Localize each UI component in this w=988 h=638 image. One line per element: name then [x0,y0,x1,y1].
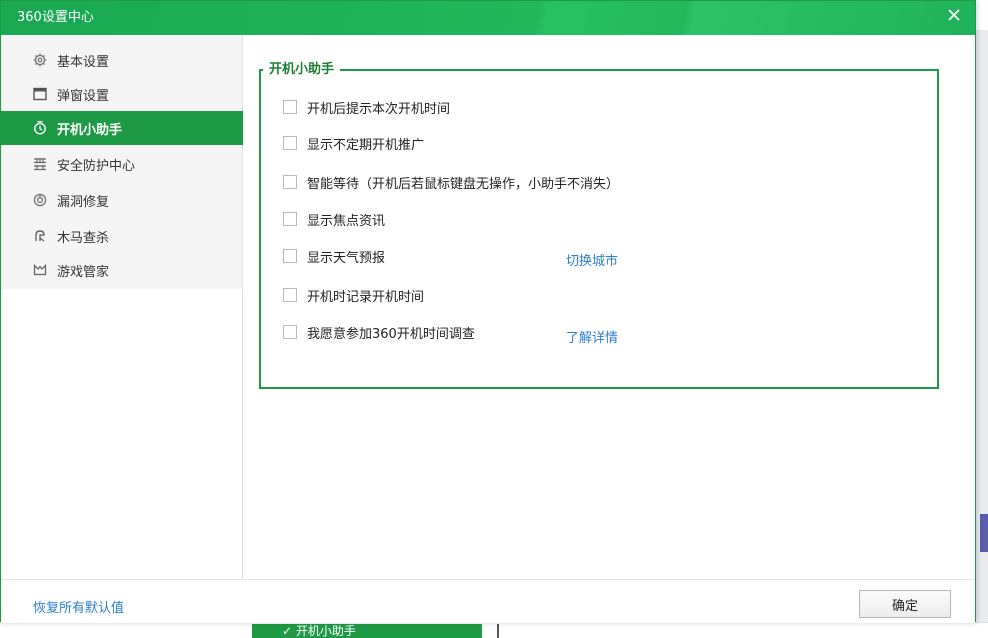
game-icon [33,263,47,277]
background-app-divider [497,624,499,638]
option-join-survey[interactable]: 我愿意参加360开机时间调查 [283,322,475,342]
sidebar-item-label: 基本设置 [57,54,110,70]
option-label: 显示不定期开机推广 [307,137,425,153]
sidebar-item-trojan-scan[interactable]: 木马查杀 [1,219,243,253]
close-button[interactable] [945,7,963,25]
option-show-promotions[interactable]: 显示不定期开机推广 [283,133,424,153]
option-label: 我愿意参加360开机时间调查 [307,326,475,342]
settings-panel: 开机小助手 开机后提示本次开机时间 显示不定期开机推广 智能等待（开机后若鼠标键… [243,35,975,579]
checkbox[interactable] [283,100,297,114]
option-show-news[interactable]: 显示焦点资讯 [283,209,385,229]
learn-more-link[interactable]: 了解详情 [566,327,618,346]
checkbox[interactable] [283,325,297,339]
option-label: 显示天气预报 [307,250,386,266]
sidebar-item-vulnerability-fix[interactable]: 漏洞修复 [1,183,243,217]
option-label: 智能等待（开机后若鼠标键盘无操作，小助手不消失） [307,176,620,192]
dialog-footer: 恢复所有默认值 确定 [1,579,975,623]
repair-icon [33,193,47,207]
screen: ✓ 开机小助手 360设置中心 基本设置 弹窗设置 开机小助手 安全防护中心 漏… [0,0,988,638]
gear-icon [33,53,47,67]
sidebar-item-popup-settings[interactable]: 弹窗设置 [1,77,243,111]
background-app-tab: ✓ 开机小助手 [252,624,482,638]
option-label: 开机后提示本次开机时间 [307,101,451,117]
trojan-icon [33,229,47,243]
option-show-weather[interactable]: 显示天气预报 [283,246,385,266]
sidebar-item-game-manager[interactable]: 游戏管家 [1,253,243,287]
sidebar-item-label: 开机小助手 [57,122,123,138]
shield-grid-icon [33,157,47,171]
option-show-boot-time[interactable]: 开机后提示本次开机时间 [283,97,450,117]
checkbox[interactable] [283,175,297,189]
window-icon [33,87,47,101]
sidebar-empty-area [1,289,242,579]
checkbox[interactable] [283,212,297,226]
restore-defaults-link[interactable]: 恢复所有默认值 [33,597,124,616]
background-app-accent [980,514,988,552]
sidebar-item-label: 弹窗设置 [57,88,110,104]
sidebar: 基本设置 弹窗设置 开机小助手 安全防护中心 漏洞修复 木马查杀 游戏管家 [1,35,243,579]
sidebar-item-label: 木马查杀 [57,230,110,246]
title-bar[interactable]: 360设置中心 [1,1,975,35]
switch-city-link[interactable]: 切换城市 [566,250,618,269]
option-label: 开机时记录开机时间 [307,289,425,305]
checkbox[interactable] [283,136,297,150]
settings-dialog: 360设置中心 基本设置 弹窗设置 开机小助手 安全防护中心 漏洞修复 木马查杀… [0,0,976,623]
option-smart-wait[interactable]: 智能等待（开机后若鼠标键盘无操作，小助手不消失） [283,172,619,192]
sidebar-item-label: 游戏管家 [57,264,110,280]
option-label: 显示焦点资讯 [307,213,386,229]
option-record-boot-time[interactable]: 开机时记录开机时间 [283,285,424,305]
timer-icon [33,121,47,135]
sidebar-item-basic-settings[interactable]: 基本设置 [1,43,243,77]
sidebar-item-label: 安全防护中心 [57,158,136,174]
group-title: 开机小助手 [263,62,341,78]
close-icon [948,9,960,21]
sidebar-item-boot-assistant[interactable]: 开机小助手 [1,111,243,145]
sidebar-item-label: 漏洞修复 [57,194,110,210]
ok-button[interactable]: 确定 [859,590,951,618]
checkbox[interactable] [283,249,297,263]
checkbox[interactable] [283,288,297,302]
window-title: 360设置中心 [17,10,94,25]
background-app-bottom [0,622,988,638]
sidebar-item-security-center[interactable]: 安全防护中心 [1,147,243,181]
